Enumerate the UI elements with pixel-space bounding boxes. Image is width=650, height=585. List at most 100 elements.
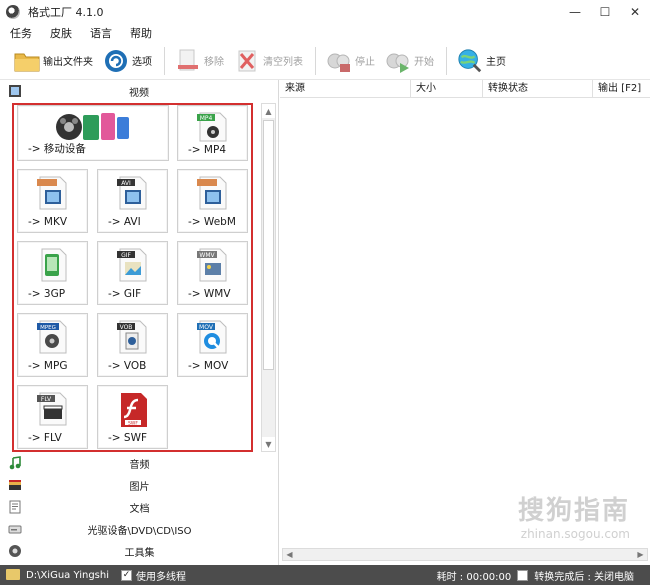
format-mp4[interactable]: MP4 -> MP4 xyxy=(177,105,248,161)
output-path[interactable]: D:\XiGua Yingshi xyxy=(26,570,109,581)
options-button[interactable]: 选项 xyxy=(99,44,156,78)
svg-text:VOB: VOB xyxy=(119,324,132,331)
wmv-file-icon: WMV xyxy=(196,248,229,285)
mpg-file-icon: MPEG xyxy=(36,320,69,357)
toolbar-separator xyxy=(446,46,447,75)
format-swf[interactable]: SWF -> SWF xyxy=(97,385,168,449)
left-panel: 视频 -> 移动设备 MP4 -> MP4 -> MKV AVI -> AVI … xyxy=(0,80,279,565)
minimize-button[interactable]: — xyxy=(560,0,590,24)
multithread-label: 使用多线程 xyxy=(136,571,187,583)
status-bar: D:\XiGua Yingshi ✓ 使用多线程 耗时 : 00:00:00 转… xyxy=(0,565,650,585)
tools-gear-icon xyxy=(8,544,22,558)
document-icon xyxy=(8,500,22,514)
format-3gp[interactable]: -> 3GP xyxy=(17,241,88,305)
menu-task[interactable]: 任务 xyxy=(8,25,34,41)
svg-text:SWF: SWF xyxy=(128,421,138,427)
flv-file-icon: FLV xyxy=(36,392,69,429)
multithread-checkbox[interactable]: ✓ xyxy=(121,569,133,581)
clear-list-button[interactable]: 清空列表 xyxy=(230,44,307,78)
svg-text:AVI: AVI xyxy=(121,180,131,187)
svg-text:GIF: GIF xyxy=(121,252,131,259)
format-wmv[interactable]: WMV -> WMV xyxy=(177,241,248,305)
category-document[interactable]: 文档 xyxy=(0,496,279,518)
format-mov[interactable]: MOV -> MOV xyxy=(177,313,248,377)
remove-icon xyxy=(175,48,201,74)
scroll-left-arrow-icon[interactable]: ◀ xyxy=(283,549,296,560)
status-right: 耗时 : 00:00:00 转换完成后 : 关闭电脑 xyxy=(437,568,634,583)
video-panel-scrollbar[interactable]: ▲ ▼ xyxy=(261,103,276,452)
format-mkv[interactable]: -> MKV xyxy=(17,169,88,233)
svg-text:MPEG: MPEG xyxy=(40,325,56,331)
task-table-header: 来源 大小 转换状态 输出 [F2] xyxy=(280,80,650,98)
remove-button[interactable]: 移除 xyxy=(171,44,228,78)
column-source[interactable]: 来源 xyxy=(280,80,411,97)
category-video[interactable]: 视频 xyxy=(0,80,278,102)
category-audio[interactable]: 音频 xyxy=(0,452,279,474)
close-button[interactable]: ✕ xyxy=(620,0,650,24)
title-bar: 格式工厂 4.1.0 — ☐ ✕ xyxy=(0,0,650,24)
svg-text:WMV: WMV xyxy=(199,252,215,259)
format-mpg[interactable]: MPEG -> MPG xyxy=(17,313,88,377)
format-mobile-device[interactable]: -> 移动设备 xyxy=(17,105,169,161)
stop-button[interactable]: 停止 xyxy=(322,44,379,78)
toolbar-separator xyxy=(315,46,316,75)
vob-file-icon: VOB xyxy=(116,320,149,357)
task-list-hscrollbar[interactable]: ◀ ▶ xyxy=(282,548,648,561)
output-folder-button[interactable]: 输出文件夹 xyxy=(10,44,97,78)
scrollbar-thumb[interactable] xyxy=(263,120,274,370)
category-list: 音频 图片 文档 光驱设备\DVD\CD\ISO 工具集 xyxy=(0,452,279,562)
toolbar-separator xyxy=(164,46,165,75)
column-size[interactable]: 大小 xyxy=(411,80,483,97)
3gp-file-icon xyxy=(37,248,69,285)
home-globe-icon xyxy=(457,48,483,74)
sogou-watermark: 搜狗指南 zhinan.sogou.com xyxy=(517,496,630,541)
webm-file-icon xyxy=(196,176,229,213)
swf-flash-icon: SWF xyxy=(117,392,149,431)
column-status[interactable]: 转换状态 xyxy=(483,80,593,97)
disc-drive-icon xyxy=(8,522,22,536)
start-button[interactable]: 开始 xyxy=(381,44,438,78)
after-done-checkbox[interactable] xyxy=(517,569,529,581)
window-title: 格式工厂 4.1.0 xyxy=(28,6,104,19)
svg-text:FLV: FLV xyxy=(40,396,51,403)
start-icon xyxy=(385,48,411,74)
format-vob[interactable]: VOB -> VOB xyxy=(97,313,168,377)
menu-bar: 任务 皮肤 语言 帮助 xyxy=(0,24,650,42)
menu-help[interactable]: 帮助 xyxy=(128,25,154,41)
avi-file-icon: AVI xyxy=(116,176,149,213)
scroll-down-arrow-icon[interactable]: ▼ xyxy=(262,437,275,451)
gif-file-icon: GIF xyxy=(116,248,149,285)
clear-icon xyxy=(234,48,260,74)
menu-language[interactable]: 语言 xyxy=(88,25,114,41)
video-formats-panel: -> 移动设备 MP4 -> MP4 -> MKV AVI -> AVI -> xyxy=(12,103,253,452)
after-done-label: 转换完成后 : 关闭电脑 xyxy=(534,571,634,583)
home-button[interactable]: 主页 xyxy=(453,44,510,78)
film-icon xyxy=(8,84,22,98)
app-logo-icon xyxy=(6,5,20,19)
scroll-up-arrow-icon[interactable]: ▲ xyxy=(262,104,275,118)
folder-icon xyxy=(14,48,40,74)
menu-skin[interactable]: 皮肤 xyxy=(48,25,74,41)
stop-icon xyxy=(326,48,352,74)
maximize-button[interactable]: ☐ xyxy=(590,0,620,24)
svg-text:MOV: MOV xyxy=(199,324,214,331)
format-avi[interactable]: AVI -> AVI xyxy=(97,169,168,233)
multithread-option[interactable]: ✓ 使用多线程 xyxy=(121,568,186,583)
category-rom-device[interactable]: 光驱设备\DVD\CD\ISO xyxy=(0,518,279,540)
mov-file-icon: MOV xyxy=(196,320,229,357)
elapsed-time: 耗时 : 00:00:00 xyxy=(436,571,512,583)
column-output[interactable]: 输出 [F2] xyxy=(593,80,650,97)
folder-icon xyxy=(6,569,20,580)
format-gif[interactable]: GIF -> GIF xyxy=(97,241,168,305)
category-picture[interactable]: 图片 xyxy=(0,474,279,496)
mkv-file-icon xyxy=(36,176,69,213)
window-controls: — ☐ ✕ xyxy=(560,0,650,24)
category-tools[interactable]: 工具集 xyxy=(0,540,279,562)
format-flv[interactable]: FLV -> FLV xyxy=(17,385,88,449)
options-icon xyxy=(103,48,129,74)
music-note-icon xyxy=(8,456,22,470)
svg-text:MP4: MP4 xyxy=(199,115,212,122)
toolbar: 输出文件夹 选项 移除 清空列表 停止 开始 主页 xyxy=(0,42,650,80)
format-webm[interactable]: -> WebM xyxy=(177,169,248,233)
scroll-right-arrow-icon[interactable]: ▶ xyxy=(634,549,647,560)
